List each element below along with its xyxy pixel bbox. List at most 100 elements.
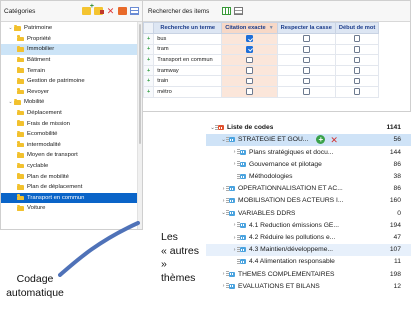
category-item[interactable]: Moyen de transport	[1, 150, 142, 161]
search-term-cell[interactable]: Transport en commun	[153, 54, 223, 66]
search-grid-icon[interactable]	[222, 7, 232, 15]
filter-icon[interactable]: ▼	[269, 25, 274, 31]
match-case-checkbox[interactable]	[303, 88, 310, 95]
scrollbar-thumb[interactable]	[139, 24, 141, 144]
search-term-cell[interactable]: tram	[153, 43, 223, 56]
category-item[interactable]: Terrain	[1, 65, 142, 76]
word-start-checkbox-cell	[334, 75, 380, 87]
search-row[interactable]: + tram	[143, 43, 380, 56]
word-start-checkbox[interactable]	[353, 77, 361, 85]
match-case-checkbox[interactable]	[303, 67, 310, 74]
code-item[interactable]: › OPERATIONNALISATION ET AC... 86	[206, 183, 411, 195]
category-label: Déplacement	[27, 110, 62, 117]
search-row[interactable]: + Transport en commun	[143, 54, 380, 66]
add-row-icon[interactable]: +	[143, 33, 155, 45]
category-item[interactable]: Ecomobilité	[1, 129, 142, 140]
search-term-cell[interactable]: bus	[153, 33, 223, 45]
word-start-checkbox[interactable]	[353, 67, 361, 74]
annotation-line: Codage	[16, 273, 54, 285]
word-start-checkbox[interactable]	[353, 35, 361, 42]
category-item[interactable]: Plan de mobilité	[1, 171, 142, 182]
code-item[interactable]: › MOBILISATION DES ACTEURS I... 160	[206, 195, 411, 207]
code-label: Plans stratégiques et docu...	[249, 148, 334, 156]
new-folder-icon[interactable]	[82, 3, 94, 15]
category-item[interactable]: Bâtiment	[1, 55, 142, 66]
category-item[interactable]: Gestion de patrimoine	[1, 76, 142, 87]
search-row[interactable]: + métro	[143, 85, 380, 98]
search-col-start[interactable]: Début de mot	[334, 22, 380, 34]
search-row[interactable]: + train	[143, 75, 380, 87]
exact-match-checkbox[interactable]	[246, 35, 253, 42]
exact-match-checkbox[interactable]	[246, 56, 253, 64]
category-item[interactable]: Voiture	[1, 203, 142, 214]
code-item[interactable]: ⌄ STRATEGIE ET GOU... + ✕ 56	[206, 134, 411, 146]
code-item[interactable]: 4.4 Alimentation responsable 11	[206, 256, 411, 268]
word-start-checkbox[interactable]	[353, 46, 361, 53]
category-item[interactable]: ⌄ Mobilité	[1, 97, 142, 108]
edit-folder-icon[interactable]	[94, 7, 104, 15]
category-item[interactable]: Propriété	[1, 34, 142, 45]
code-item[interactable]: › Gouvernance et pilotage 86	[206, 159, 411, 171]
code-label: Méthodologies	[249, 173, 293, 181]
category-item[interactable]: ⌄ Patrimoine	[1, 23, 142, 34]
code-label: OPERATIONNALISATION ET AC...	[238, 185, 343, 193]
exact-match-checkbox[interactable]	[246, 88, 253, 95]
search-list-icon[interactable]	[234, 7, 244, 15]
add-code-icon[interactable]: +	[316, 135, 326, 145]
category-label: Revoyer	[27, 88, 49, 95]
search-term-cell[interactable]: métro	[153, 85, 223, 98]
code-label: Gouvernance et pilotage	[249, 160, 322, 168]
code-item[interactable]: Méthodologies 38	[206, 171, 411, 183]
search-row[interactable]: + tramway	[143, 64, 380, 77]
word-start-checkbox[interactable]	[353, 56, 361, 64]
category-item[interactable]: Immobilier	[1, 44, 142, 55]
exact-match-checkbox-cell	[221, 33, 278, 45]
add-row-icon[interactable]: +	[143, 64, 155, 77]
code-item[interactable]: › 4.1 Reduction émissions GE... 194	[206, 220, 411, 232]
category-item[interactable]: Frais de mission	[1, 118, 142, 129]
match-case-checkbox[interactable]	[303, 77, 310, 85]
category-item[interactable]: cyclable	[1, 161, 142, 172]
chevron-down-icon[interactable]: ⌄	[7, 25, 14, 31]
categories-scrollbar[interactable]	[137, 22, 142, 229]
search-term-cell[interactable]: train	[153, 75, 223, 87]
search-col-case[interactable]: Respecter la casse	[276, 22, 336, 34]
add-row-icon[interactable]: +	[143, 85, 155, 98]
chevron-down-icon[interactable]: ⌄	[7, 99, 14, 105]
delete-code-icon[interactable]: ✕	[330, 135, 338, 144]
category-item[interactable]: Plan de déplacement	[1, 182, 142, 193]
export-icon[interactable]	[118, 7, 127, 15]
exact-match-checkbox[interactable]	[246, 77, 253, 85]
code-item[interactable]: › THEMES COMPLEMENTAIRES 198	[206, 268, 411, 280]
match-case-checkbox[interactable]	[303, 56, 310, 64]
match-case-checkbox[interactable]	[303, 46, 310, 53]
match-case-checkbox[interactable]	[303, 35, 310, 42]
category-item[interactable]: Déplacement	[1, 108, 142, 119]
code-count: 1141	[386, 124, 401, 132]
code-label: THEMES COMPLEMENTAIRES	[238, 270, 335, 278]
search-table: Recherche un terme Citation exacte ▼ Resp…	[143, 22, 380, 98]
code-item[interactable]: › 4.2 Réduire les pollutions e... 47	[206, 232, 411, 244]
category-item[interactable]: Revoyer	[1, 87, 142, 98]
category-item[interactable]: Transport en commun	[1, 192, 142, 204]
code-item[interactable]: ⌄ Liste de codes 1141	[206, 122, 411, 134]
add-row-icon[interactable]: +	[143, 75, 155, 87]
code-item[interactable]: › EVALUATIONS ET BILANS 12	[206, 281, 411, 293]
add-row-icon[interactable]: +	[143, 54, 155, 66]
search-term-cell[interactable]: tramway	[153, 64, 223, 77]
delete-icon[interactable]: ✕	[106, 7, 115, 16]
exact-match-checkbox[interactable]	[246, 67, 253, 74]
search-col-exact[interactable]: Citation exacte ▼	[221, 22, 278, 34]
code-item[interactable]: › 4.3 Maintien/développeme... 107	[206, 244, 411, 256]
search-row[interactable]: + bus	[143, 33, 380, 45]
code-count: 38	[393, 173, 401, 181]
add-row-icon[interactable]: +	[143, 43, 155, 56]
exact-match-checkbox[interactable]	[246, 46, 253, 53]
search-col-term[interactable]: Recherche un terme	[153, 22, 223, 34]
table-icon[interactable]	[130, 7, 139, 15]
code-icon	[226, 283, 235, 290]
category-item[interactable]: intermodalité	[1, 140, 142, 151]
word-start-checkbox[interactable]	[353, 88, 361, 95]
code-item[interactable]: › Plans stratégiques et docu... 144	[206, 146, 411, 158]
code-item[interactable]: ⌄ VARIABLES DDRS 0	[206, 207, 411, 219]
